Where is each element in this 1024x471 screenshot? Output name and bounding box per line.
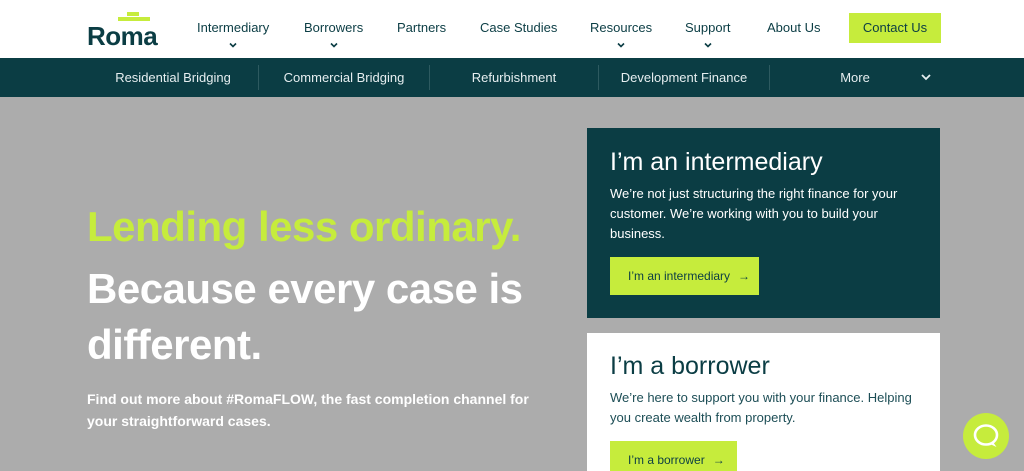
borrower-card: I’m a borrower We’re here to support you… [587,333,940,471]
im-a-borrower-button[interactable]: I’m a borrower → [610,441,737,471]
nav-item-about-us[interactable]: About Us [767,20,820,35]
nav-item-label: Borrowers [304,20,364,35]
subnav-item-residential-bridging[interactable]: Residential Bridging [88,58,258,97]
card-body: We’re here to support you with your fina… [610,390,912,425]
subnav-item-more[interactable]: More [770,58,940,97]
hero-headline-main: Because every case is different. [87,265,523,368]
arrow-right-icon: → [712,453,725,467]
top-navigation: Roma Intermediary Borrowers Partners Cas… [0,0,1024,58]
nav-item-label: Support [685,20,731,35]
contact-us-button[interactable]: Contact Us [849,13,941,43]
chat-bubble-icon [973,424,999,447]
chat-launcher-button[interactable] [963,413,1009,459]
nav-item-intermediary[interactable]: Intermediary [197,20,270,48]
button-label: I’m a borrower [628,453,705,467]
card-title: I’m an intermediary [610,148,823,176]
product-subnav: Residential Bridging Commercial Bridging… [0,58,1024,97]
chevron-down-icon [229,42,237,48]
subnav-item-development-finance[interactable]: Development Finance [599,58,769,97]
nav-item-borrowers[interactable]: Borrowers [304,20,364,48]
nav-item-label: Resources [590,20,653,35]
nav-item-label: Partners [397,20,447,35]
hero-headline-accent: Lending less ordinary. [87,203,521,250]
nav-item-label: Case Studies [480,20,558,35]
nav-item-case-studies[interactable]: Case Studies [480,20,557,35]
intermediary-card: I’m an intermediary We’re not just struc… [587,128,940,318]
hero-subtext: Find out more about #RomaFLOW, the fast … [87,391,529,429]
chevron-down-icon [704,42,712,48]
subnav-item-commercial-bridging[interactable]: Commercial Bridging [259,58,429,97]
im-an-intermediary-button[interactable]: I’m an intermediary → [610,257,759,295]
card-body: We’re not just structuring the right fin… [610,186,898,241]
chevron-down-icon [617,42,625,48]
chevron-down-icon[interactable] [920,73,932,81]
logo-wordmark: Roma [87,21,158,51]
nav-item-partners[interactable]: Partners [397,20,446,35]
button-label: I’m an intermediary [628,269,731,283]
card-title: I’m a borrower [610,352,770,380]
nav-item-resources[interactable]: Resources [590,20,653,48]
arrow-right-icon: → [738,269,751,283]
nav-item-support[interactable]: Support [685,20,731,48]
chevron-down-icon [330,42,338,48]
nav-item-label: About Us [767,20,821,35]
nav-item-label: Intermediary [197,20,270,35]
roma-logo[interactable]: Roma [87,12,167,51]
subnav-item-refurbishment[interactable]: Refurbishment [430,58,598,97]
